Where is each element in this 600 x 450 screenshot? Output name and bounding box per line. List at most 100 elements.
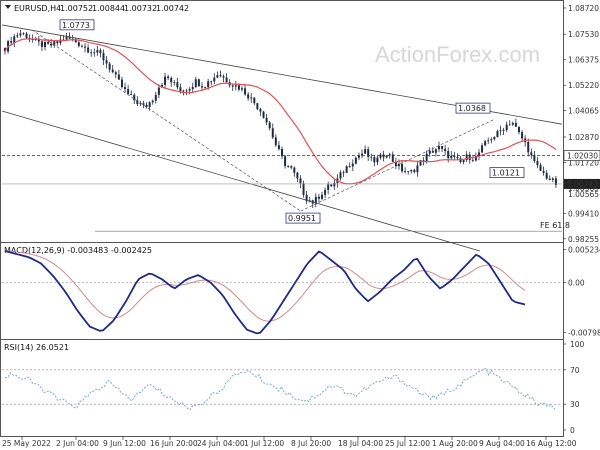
- candle-body: [47, 42, 50, 44]
- candle-body: [404, 171, 407, 172]
- rsi-y-tick-label: 30: [570, 400, 580, 409]
- candle-body: [508, 124, 511, 126]
- candle-body: [533, 155, 536, 162]
- candle-body: [447, 151, 450, 159]
- candle-body: [330, 184, 333, 187]
- candle-body: [114, 72, 117, 75]
- candle-body: [213, 77, 216, 82]
- x-tick-label: 2 Jun 04:00: [56, 439, 99, 448]
- candle-body: [84, 46, 87, 48]
- candle-body: [25, 33, 28, 38]
- candle-body: [493, 136, 496, 140]
- candle-body: [471, 159, 474, 161]
- candle-body: [120, 79, 123, 88]
- candle-body: [117, 74, 120, 80]
- candle-body: [10, 41, 13, 43]
- candle-body: [19, 33, 22, 36]
- candle-body: [351, 163, 354, 167]
- candle-body: [253, 97, 256, 104]
- candle-body: [502, 130, 505, 131]
- candle-body: [77, 42, 80, 46]
- y-tick-label: 0.99410: [568, 209, 599, 218]
- candle-body: [216, 75, 219, 78]
- candle-body: [194, 79, 197, 87]
- candle-body: [154, 94, 157, 101]
- candle-body: [499, 130, 502, 132]
- candle-body: [434, 149, 437, 153]
- price-label: 1.00565: [568, 190, 599, 199]
- y-tick-label: 1.05220: [568, 81, 599, 90]
- candle-body: [105, 60, 108, 64]
- y-tick-label: 1.06375: [568, 56, 599, 65]
- candle-body: [40, 41, 43, 47]
- candle-body: [256, 103, 259, 110]
- candle-body: [444, 148, 447, 152]
- candle-body: [456, 156, 459, 159]
- macd-y-tick-label: 0.00: [568, 279, 585, 288]
- candle-body: [317, 196, 320, 199]
- candle-body: [327, 184, 330, 190]
- candle-body: [376, 157, 379, 163]
- candle-body: [170, 78, 173, 83]
- x-tick-label: 9 Jun 12:00: [103, 439, 146, 448]
- candle-body: [333, 182, 336, 187]
- candle-body: [354, 157, 357, 164]
- candle-body: [157, 87, 160, 95]
- candle-body: [545, 172, 548, 179]
- candle-body: [151, 100, 154, 103]
- candle-body: [401, 164, 404, 172]
- x-tick-label: 1 Jul 12:00: [244, 439, 284, 448]
- price-annotation-label: 1.0121: [492, 169, 520, 178]
- candle-body: [364, 149, 367, 154]
- candle-body: [127, 89, 130, 94]
- candle-body: [102, 53, 105, 61]
- macd-y-tick-label: 0.005234: [568, 246, 600, 255]
- x-tick-label: 16 Aug 12:00: [526, 439, 577, 448]
- candle-body: [422, 160, 425, 161]
- rsi-label: RSI(14) 26.0521: [4, 343, 69, 352]
- candle-body: [99, 50, 102, 54]
- candle-body: [262, 111, 265, 118]
- candle-body: [302, 183, 305, 195]
- candle-body: [284, 156, 287, 167]
- candle-body: [324, 189, 327, 195]
- candle-body: [481, 145, 484, 153]
- candle-body: [237, 85, 240, 90]
- candle-body: [410, 169, 413, 172]
- symbol-label: EURUSD,H4: [14, 4, 61, 13]
- candle-body: [148, 102, 151, 107]
- close-value: 1.00742: [156, 4, 189, 13]
- candle-body: [277, 145, 280, 150]
- y-tick-label: 1.02870: [568, 133, 599, 142]
- candle-body: [428, 150, 431, 154]
- rsi-y-tick-label: 100: [570, 340, 585, 349]
- price-annotation-label: 1.0368: [458, 104, 486, 113]
- candle-body: [56, 41, 59, 44]
- candle-body: [542, 170, 545, 173]
- candle-body: [487, 140, 490, 142]
- candle-body: [484, 141, 487, 146]
- candle-body: [240, 88, 243, 90]
- price-annotation-label: 0.9951: [288, 214, 316, 223]
- candle-body: [382, 154, 385, 158]
- x-tick-label: 25 Jul 12:00: [385, 439, 430, 448]
- candle-body: [551, 178, 554, 180]
- x-tick-label: 24 Jun 04:00: [197, 439, 245, 448]
- candle-body: [93, 52, 96, 54]
- candle-body: [13, 36, 16, 43]
- candle-body: [179, 87, 182, 92]
- candle-body: [124, 87, 127, 90]
- candle-body: [197, 79, 200, 87]
- candle-body: [173, 82, 176, 84]
- open-value: 1.00752: [60, 4, 93, 13]
- low-value: 1.00732: [124, 4, 157, 13]
- candle-body: [407, 171, 410, 173]
- x-tick-label: 25 May 2022: [2, 439, 51, 448]
- candle-body: [210, 81, 213, 83]
- candle-body: [185, 90, 188, 92]
- x-tick-label: 18 Jul 04:00: [338, 439, 383, 448]
- candle-body: [511, 122, 514, 125]
- candle-body: [65, 36, 68, 40]
- candle-body: [259, 109, 262, 112]
- candle-body: [490, 139, 493, 141]
